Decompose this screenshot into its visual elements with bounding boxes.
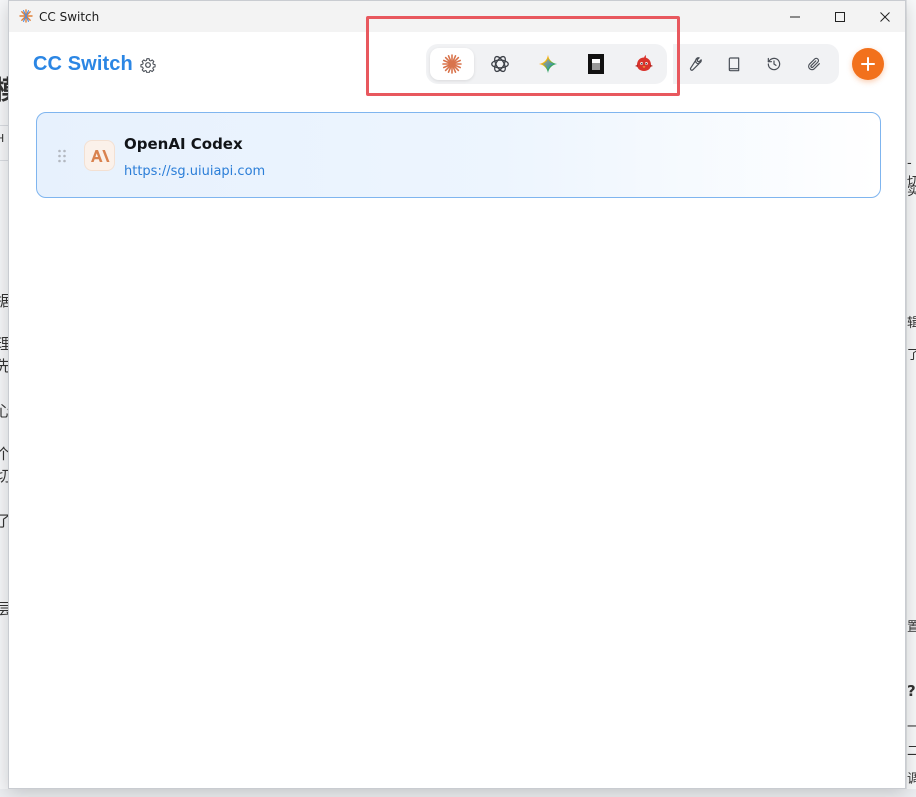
- gear-icon: [140, 58, 156, 73]
- bg-glyph: 心: [0, 402, 8, 420]
- bg-glyph: 一: [907, 716, 916, 735]
- maximize-icon: [835, 11, 845, 22]
- bg-glyph: 辑: [907, 312, 916, 331]
- app-tab-5[interactable]: [622, 48, 666, 80]
- bg-glyph: 二: [907, 740, 916, 759]
- tools-button[interactable]: [680, 50, 708, 78]
- history-button[interactable]: [760, 50, 788, 78]
- bg-glyph: 据: [0, 292, 8, 310]
- paperclip-icon: [808, 57, 820, 71]
- bg-glyph: 了: [0, 512, 8, 530]
- bg-glyph: 了: [907, 344, 916, 363]
- provider-logo: [84, 140, 115, 171]
- bg-divider: [0, 160, 8, 161]
- close-button[interactable]: [862, 1, 905, 32]
- toolbar: [673, 44, 839, 84]
- opencode-block-icon: [588, 54, 604, 74]
- settings-button[interactable]: [137, 54, 159, 76]
- app-tab-gemini[interactable]: [526, 48, 570, 80]
- cc-switch-window: CC Switch CC Switch OpenAI Codex https:/…: [8, 0, 906, 789]
- drag-handle-icon[interactable]: [57, 149, 67, 163]
- history-icon: [767, 57, 781, 71]
- docs-button[interactable]: [720, 50, 748, 78]
- bg-glyph: 实: [907, 180, 916, 199]
- minimize-icon: [790, 16, 800, 17]
- bg-glyph: ?: [907, 682, 916, 700]
- gemini-star-icon: [538, 54, 558, 74]
- provider-name: OpenAI Codex: [124, 135, 243, 153]
- attachments-button[interactable]: [800, 50, 828, 78]
- bg-glyph: 模: [0, 70, 8, 107]
- bg-glyph: 个: [0, 445, 8, 463]
- bg-glyph: 层: [0, 600, 8, 618]
- app-tab-codex[interactable]: [478, 48, 522, 80]
- app-tab-opencode[interactable]: [574, 48, 618, 80]
- app-tab-claude[interactable]: [430, 48, 474, 80]
- bg-glyph: 先: [0, 357, 8, 375]
- provider-url-link[interactable]: https://sg.uiuiapi.com: [124, 164, 265, 179]
- close-icon: [880, 11, 890, 22]
- bg-glyph: H: [0, 132, 5, 145]
- background-window-left-edge: 模 H 据 理 先 心 个 切 了 层: [0, 0, 8, 797]
- book-icon: [728, 57, 740, 72]
- background-window-right-edge: -切 实 辑 了 置 ? 一 二 调: [906, 0, 916, 797]
- app-switcher: [426, 44, 667, 84]
- maximize-button[interactable]: [817, 1, 863, 32]
- title-bar[interactable]: CC Switch: [9, 1, 905, 32]
- cc-switch-app-icon: [19, 9, 33, 23]
- bg-glyph: 置: [907, 616, 916, 635]
- openai-knot-icon: [491, 55, 509, 73]
- app-header: CC Switch: [9, 32, 905, 96]
- window-title: CC Switch: [39, 10, 100, 24]
- minimize-button[interactable]: [772, 1, 818, 32]
- anthropic-logo-icon: [90, 149, 109, 162]
- background-window-bottom-edge: [0, 789, 916, 797]
- bg-glyph: 理: [0, 335, 8, 353]
- wrench-icon: [689, 57, 702, 71]
- claude-sparkle-icon: [442, 54, 462, 74]
- bg-divider: [0, 125, 8, 126]
- bg-glyph: 调: [907, 768, 916, 787]
- add-provider-button[interactable]: [852, 48, 884, 80]
- bg-glyph: 切: [0, 467, 8, 485]
- provider-card[interactable]: OpenAI Codex https://sg.uiuiapi.com: [36, 112, 881, 198]
- plus-icon: [861, 57, 875, 71]
- red-bird-icon: [635, 54, 653, 71]
- brand-title[interactable]: CC Switch: [33, 53, 133, 76]
